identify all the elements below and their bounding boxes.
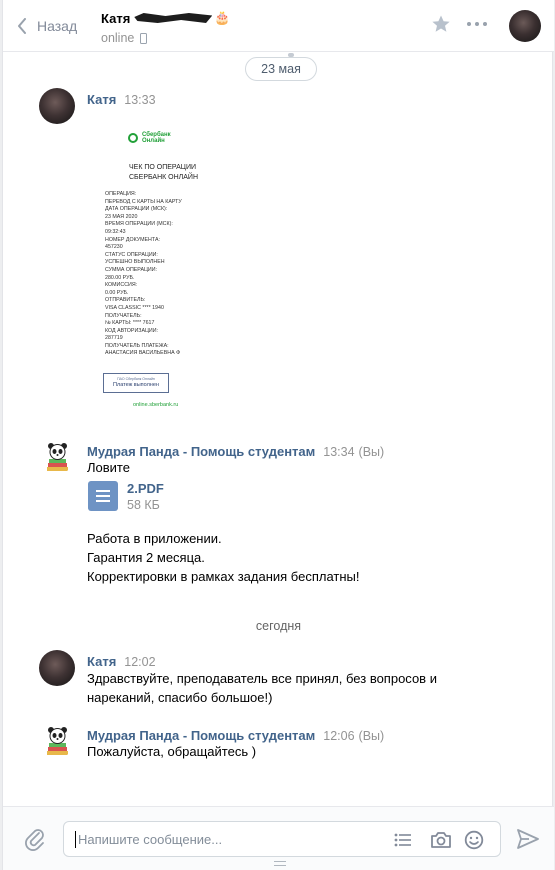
message-text-line: Пожалуйста, обращайтесь ) (87, 744, 257, 759)
document-name[interactable]: 2.PDF (127, 481, 164, 497)
phone-icon (140, 32, 148, 44)
message-time: 12:02 (124, 655, 156, 669)
list-icon[interactable] (394, 833, 412, 847)
document-size: 58 КБ (127, 498, 160, 512)
smile-icon[interactable] (464, 830, 484, 850)
text-caret (75, 831, 76, 848)
receipt-title-line2: СБЕРБАНК ОНЛАЙН (129, 174, 199, 181)
message-text: Ловите (87, 460, 130, 475)
date-separator: сегодня (255, 619, 302, 633)
receipt-link: online.sberbank.ru (133, 402, 179, 408)
document-attachment[interactable]: 2.PDF 58 КБ (88, 481, 164, 513)
message-suffix: (Вы) (358, 445, 385, 459)
message-author[interactable]: Катя (87, 654, 116, 669)
avatar[interactable] (39, 650, 75, 686)
peer-name: Катя (101, 10, 131, 26)
peer-status: online (101, 31, 135, 45)
composer: Напишите сообщение... (3, 806, 554, 870)
back-button[interactable]: Назад (17, 14, 77, 38)
resize-handle[interactable] (274, 861, 286, 866)
sberbank-logo: Сбербанк Онлайн (128, 132, 171, 144)
message-input-placeholder: Напишите сообщение... (78, 832, 223, 847)
camera-icon[interactable] (430, 830, 452, 850)
back-arrow-icon (18, 18, 26, 34)
message-author[interactable]: Катя (87, 92, 116, 107)
cake-emoji: 🎂 (214, 10, 231, 25)
message-time: 13:34 (323, 445, 355, 459)
send-icon[interactable] (517, 829, 539, 849)
message-text-line: Работа в приложении. (87, 531, 222, 546)
message-time: 12:06 (323, 729, 355, 743)
message-input[interactable]: Напишите сообщение... (63, 821, 501, 857)
logo-line2: Онлайн (142, 138, 165, 144)
back-label: Назад (37, 18, 78, 34)
sberbank-logo-icon (128, 133, 138, 143)
date-pill: 23 мая (245, 57, 317, 81)
message-text-line: Здравствуйте, преподаватель все принял, … (87, 671, 437, 686)
receipt-title-line1: ЧЕК ПО ОПЕРАЦИИ (129, 164, 197, 171)
chat-window: Назад Катя 🎂 online 23 мая Катя 13:33 Сб… (2, 0, 554, 870)
document-icon (88, 481, 118, 511)
message-time: 13:33 (124, 93, 156, 107)
avatar[interactable] (39, 722, 75, 758)
peer-avatar[interactable] (509, 10, 541, 42)
avatar[interactable] (39, 438, 75, 474)
attach-icon[interactable] (23, 827, 47, 851)
star-icon[interactable] (431, 14, 451, 34)
more-icon[interactable] (467, 22, 487, 28)
stamp-small-text: ПАО Сбербанк Онлайн (117, 377, 155, 381)
receipt-stamp: ПАО Сбербанк Онлайн Платеж выполнен (103, 373, 169, 393)
message-author[interactable]: Мудрая Панда - Помощь студентам (87, 444, 315, 459)
receipt-image[interactable]: Сбербанк Онлайн ЧЕК ПО ОПЕРАЦИИ СБЕРБАНК… (89, 118, 215, 422)
redaction-scribble (134, 13, 213, 23)
avatar[interactable] (39, 88, 75, 124)
panda-avatar-icon (47, 443, 68, 471)
message-text-line: Гарантия 2 месяца. (87, 550, 205, 565)
chat-header: Назад Катя 🎂 online (3, 0, 554, 52)
message-suffix: (Вы) (358, 729, 385, 743)
peer-info[interactable]: Катя 🎂 online (101, 9, 230, 46)
panda-avatar-icon (47, 727, 68, 755)
stamp-main-text: Платеж выполнен (113, 382, 159, 388)
message-text-line: нареканий, спасибо большое!) (87, 690, 273, 705)
message-text-line: Корректировки в рамках задания бесплатны… (87, 569, 360, 584)
message-author[interactable]: Мудрая Панда - Помощь студентам (87, 728, 315, 743)
receipt-body: ОПЕРАЦИЯ: ПЕРЕВОД С КАРТЫ НА КАРТУ ДАТА … (105, 191, 182, 357)
